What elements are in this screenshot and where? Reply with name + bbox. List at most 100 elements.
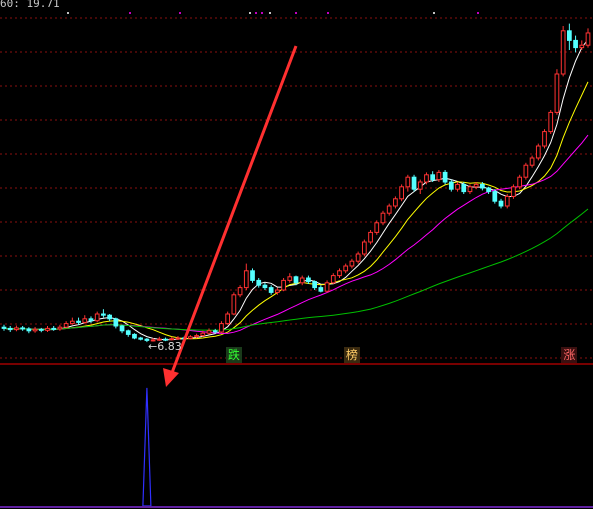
candle-body [94,313,100,322]
candle [63,321,69,329]
candle-body [579,44,585,49]
candle-body [424,174,429,183]
candle-body [20,327,26,330]
candle [511,184,516,199]
candle-body [461,183,467,193]
candle-body [523,164,529,178]
candle-body [256,279,262,286]
candle-body [219,323,224,333]
candle-body [368,231,373,243]
candle-body [337,270,342,277]
candle-body [573,39,578,49]
candle [237,285,243,298]
candle-body [194,335,199,338]
candle [573,35,578,53]
candle-body [293,276,299,284]
candle-body [399,186,404,200]
candle [262,282,268,290]
candle-body [535,145,541,159]
candle [69,317,75,325]
red-annotation-arrow [163,45,298,387]
candle [554,69,560,115]
candle [306,275,311,284]
candle [1,324,7,331]
candle-body [548,111,554,133]
candle [219,321,224,334]
candle [448,179,454,192]
candle [368,230,373,245]
candle-body [380,212,386,224]
candle [76,317,81,325]
candle-body [281,279,286,291]
candle [405,174,411,192]
candle [442,170,448,185]
candle-body [1,326,7,329]
candle [579,40,585,50]
top-marker [179,12,181,14]
candle [517,174,523,190]
candle-body [330,275,336,284]
candlestick-series [1,23,591,343]
ma-line-3 [3,134,589,334]
candle-body [200,332,206,337]
candle [318,285,324,293]
top-marker [129,12,131,14]
candle-body [268,287,274,293]
candle-body [448,181,454,190]
candle [113,317,119,329]
candle-body [517,176,523,188]
candle [125,329,131,337]
candle-body [119,325,125,332]
candle-body [7,327,13,331]
candle-body [324,282,330,292]
candle-body [101,313,106,316]
candle-body [492,191,498,202]
candle-body [231,294,237,315]
candle [566,23,572,50]
candle [88,316,94,324]
candle-body [355,253,361,262]
candle [281,278,286,292]
candle-body [175,337,181,340]
price-gridlines [0,17,593,359]
candle-body [287,276,293,281]
candle [399,184,404,202]
signal-spike [142,387,152,507]
candle-body [430,174,436,181]
candle [32,326,38,333]
candle-body [566,30,572,41]
candle [324,280,330,293]
candle [231,292,237,316]
candle [455,182,460,192]
candle-body [486,187,491,193]
candle-body [498,200,504,207]
arrow-head [163,368,179,387]
candle-body [132,333,137,339]
stock-chart [0,12,593,508]
candle [386,203,392,216]
top-marker [269,12,271,14]
top-marker [433,12,435,14]
candle-body [32,328,38,332]
signal-badge: 涨 [561,347,578,363]
candle [337,268,342,278]
signal-badge: 跌 [225,347,242,363]
signal-indicator-panel [142,387,152,507]
candle [417,179,423,194]
candle [256,278,262,288]
candle [20,326,26,331]
top-marker [261,12,263,14]
candle [548,110,554,134]
candle [492,189,498,204]
candle [250,268,255,283]
candle-body [554,73,560,113]
candle [14,325,19,332]
candle [26,327,32,334]
candle [393,196,398,209]
candle-body [417,181,423,190]
candle [560,26,566,77]
candle-body [225,313,231,325]
candle-body [473,183,479,188]
top-marker [295,12,297,14]
candle-body [38,328,44,331]
